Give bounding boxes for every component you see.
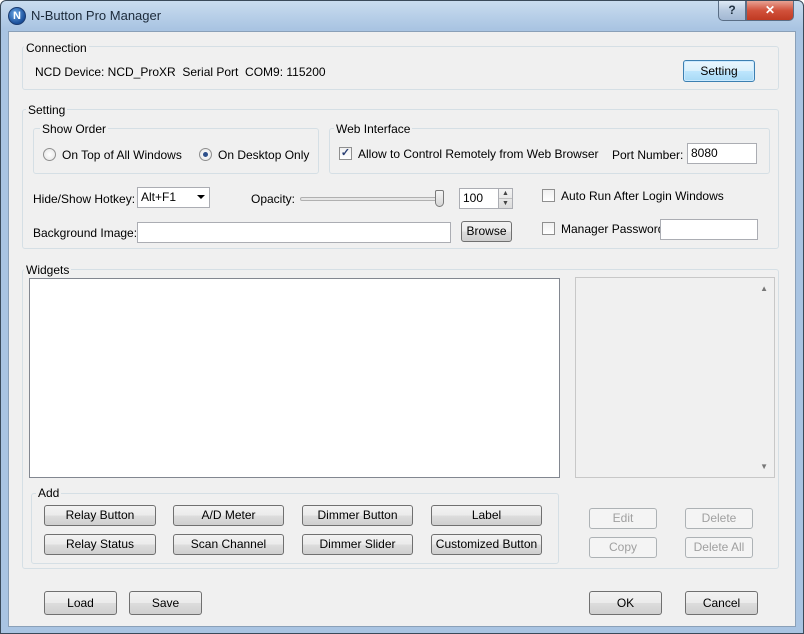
add-scan-channel-button[interactable]: Scan Channel — [173, 534, 284, 555]
widgets-list[interactable] — [29, 278, 560, 478]
radio-on-desktop[interactable] — [199, 148, 212, 161]
opacity-slider-thumb[interactable] — [435, 190, 444, 207]
title-bar[interactable]: N N-Button Pro Manager ? ✕ — [1, 1, 803, 31]
manager-password-checkbox[interactable] — [542, 222, 555, 235]
delete-all-button[interactable]: Delete All — [685, 537, 753, 558]
radio-on-top-label[interactable]: On Top of All Windows — [62, 148, 182, 162]
widgets-group-label: Widgets — [24, 263, 72, 277]
client-area: Connection NCD Device: NCD_ProXR Serial … — [8, 31, 796, 627]
port-number-input[interactable]: 8080 — [687, 143, 757, 164]
scroll-up-icon[interactable]: ▲ — [760, 284, 768, 293]
opacity-label: Opacity: — [251, 192, 296, 206]
add-ad-meter-button[interactable]: A/D Meter — [173, 505, 284, 526]
allow-remote-checkbox[interactable]: ✓ — [339, 147, 352, 160]
hotkey-label: Hide/Show Hotkey: — [33, 192, 136, 206]
radio-on-top[interactable] — [43, 148, 56, 161]
connection-group-label: Connection — [24, 41, 89, 55]
opacity-input[interactable]: 100 — [459, 188, 499, 209]
connection-setting-button[interactable]: Setting — [683, 60, 755, 82]
app-window: N N-Button Pro Manager ? ✕ Connection NC… — [0, 0, 804, 634]
hotkey-value: Alt+F1 — [141, 190, 177, 204]
browse-button[interactable]: Browse — [461, 221, 512, 242]
scroll-down-icon[interactable]: ▼ — [760, 462, 768, 471]
web-interface-label: Web Interface — [334, 122, 413, 136]
close-button[interactable]: ✕ — [746, 1, 794, 21]
widget-properties-panel[interactable]: ▲ ▼ — [575, 277, 775, 478]
load-button[interactable]: Load — [44, 591, 117, 615]
background-image-input[interactable] — [137, 222, 451, 243]
auto-run-label[interactable]: Auto Run After Login Windows — [561, 189, 724, 203]
add-relay-status-button[interactable]: Relay Status — [44, 534, 156, 555]
spin-down-icon[interactable]: ▼ — [499, 199, 512, 209]
save-button[interactable]: Save — [129, 591, 202, 615]
port-number-label: Port Number: — [612, 148, 684, 162]
edit-button[interactable]: Edit — [589, 508, 657, 529]
opacity-slider-track[interactable] — [300, 197, 444, 201]
help-button[interactable]: ? — [718, 1, 746, 21]
ok-button[interactable]: OK — [589, 591, 662, 615]
add-dimmer-button[interactable]: Dimmer Button — [302, 505, 413, 526]
hotkey-combo[interactable]: Alt+F1 — [137, 187, 210, 208]
add-customized-button[interactable]: Customized Button — [431, 534, 542, 555]
opacity-spinner[interactable]: ▲ ▼ — [498, 188, 513, 209]
copy-button[interactable]: Copy — [589, 537, 657, 558]
cancel-button[interactable]: Cancel — [685, 591, 758, 615]
background-image-label: Background Image: — [33, 226, 138, 240]
radio-on-desktop-label[interactable]: On Desktop Only — [218, 148, 309, 162]
app-logo-icon: N — [8, 7, 26, 25]
auto-run-checkbox[interactable] — [542, 189, 555, 202]
show-order-label: Show Order — [40, 122, 109, 136]
device-info-text: NCD Device: NCD_ProXR Serial Port COM9: … — [35, 65, 326, 79]
delete-button[interactable]: Delete — [685, 508, 753, 529]
spin-up-icon[interactable]: ▲ — [499, 189, 512, 199]
add-relay-button[interactable]: Relay Button — [44, 505, 156, 526]
add-group-label: Add — [36, 486, 62, 500]
window-title: N-Button Pro Manager — [31, 8, 162, 23]
chevron-down-icon — [197, 195, 205, 199]
add-dimmer-slider-button[interactable]: Dimmer Slider — [302, 534, 413, 555]
setting-group-label: Setting — [26, 103, 68, 117]
allow-remote-label[interactable]: Allow to Control Remotely from Web Brows… — [358, 147, 599, 161]
add-label-button[interactable]: Label — [431, 505, 542, 526]
manager-password-label[interactable]: Manager Password — [561, 222, 664, 236]
manager-password-input[interactable] — [660, 219, 758, 240]
